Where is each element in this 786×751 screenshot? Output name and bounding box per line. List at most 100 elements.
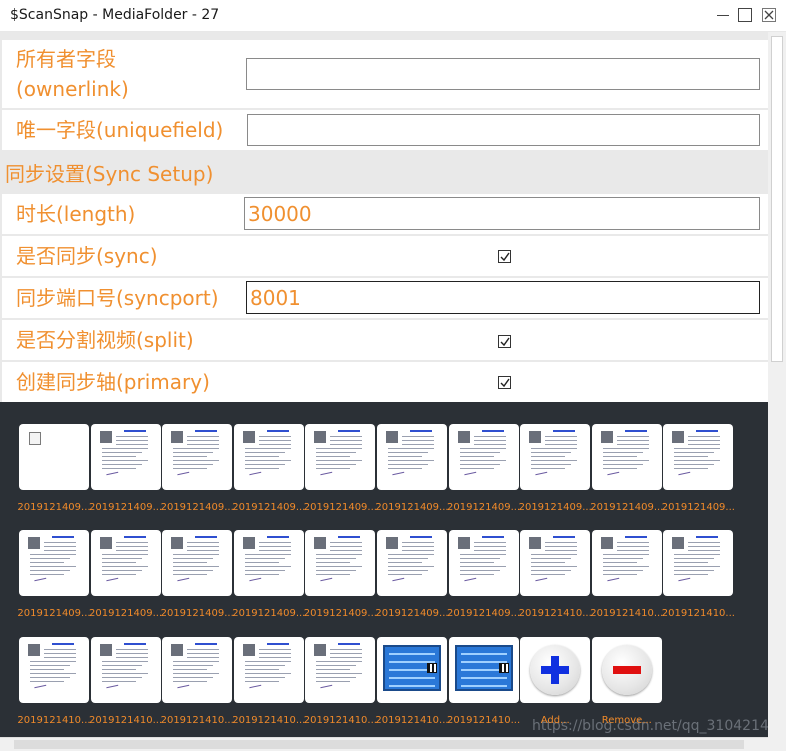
document-thumbnail-image: [598, 534, 655, 592]
media-thumbnail[interactable]: [305, 637, 376, 703]
split-label: 是否分割视频(split): [16, 328, 194, 352]
syncport-field[interactable]: [246, 281, 760, 314]
media-thumbnail[interactable]: [162, 637, 233, 703]
document-thumbnail-image: [598, 428, 655, 486]
media-thumbnail[interactable]: [162, 530, 233, 596]
minus-icon: [601, 645, 652, 695]
length-row: 时长(length): [2, 194, 768, 234]
horizontal-scrollbar[interactable]: [0, 737, 768, 751]
horizontal-scroll-thumb[interactable]: [14, 740, 744, 749]
media-thumbnail[interactable]: [591, 530, 662, 596]
media-thumbnail[interactable]: [663, 424, 734, 490]
media-caption: 2019121409...: [17, 608, 91, 619]
document-thumbnail-image: [384, 428, 440, 486]
sync-checkbox[interactable]: [498, 250, 511, 263]
document-thumbnail-image: [169, 428, 226, 486]
remove-button[interactable]: [591, 637, 662, 703]
length-field[interactable]: [244, 197, 760, 230]
media-caption: 2019121409...: [518, 502, 592, 513]
sync-setup-section: 同步设置(Sync Setup): [2, 152, 768, 192]
media-thumbnail[interactable]: [377, 424, 447, 490]
minimize-icon[interactable]: [716, 8, 730, 22]
media-thumbnail[interactable]: [19, 637, 89, 703]
media-caption: 2019121410...: [232, 715, 306, 726]
document-thumbnail-image: [240, 428, 297, 486]
document-thumbnail-image: [97, 428, 154, 486]
media-thumbnail[interactable]: [448, 424, 519, 490]
media-caption: 2019121410...: [518, 608, 592, 619]
media-caption: 2019121410...: [160, 715, 234, 726]
qr-code-image: [427, 663, 437, 673]
media-thumbnail[interactable]: [233, 637, 304, 703]
split-checkbox[interactable]: [498, 335, 511, 348]
title-bar: $ScanSnap - MediaFolder - 27: [0, 0, 786, 32]
broken-image-icon: [29, 432, 41, 445]
primary-row: 创建同步轴(primary): [2, 362, 768, 402]
media-caption: 2019121409...: [375, 608, 449, 619]
media-thumbnail[interactable]: [19, 424, 89, 490]
document-thumbnail-image: [97, 641, 154, 699]
media-thumbnail[interactable]: [305, 424, 376, 490]
length-label: 时长(length): [16, 202, 136, 226]
unique-row: 唯一字段(uniquefield): [2, 110, 768, 150]
media-caption: 2019121410...: [303, 715, 377, 726]
media-thumbnail[interactable]: [377, 530, 447, 596]
media-caption: 2019121410...: [447, 715, 521, 726]
media-thumbnail[interactable]: [162, 424, 233, 490]
sync-label: 是否同步(sync): [16, 244, 158, 268]
media-thumbnail[interactable]: [90, 530, 161, 596]
document-thumbnail-image: [26, 534, 82, 592]
primary-checkbox[interactable]: [498, 376, 511, 389]
split-row: 是否分割视频(split): [2, 320, 768, 360]
media-caption: 2019121409...: [303, 608, 377, 619]
primary-label: 创建同步轴(primary): [16, 370, 210, 394]
document-thumbnail-image: [384, 534, 440, 592]
add-button[interactable]: [520, 637, 591, 703]
document-thumbnail-image: [97, 534, 154, 592]
media-thumbnail[interactable]: [448, 530, 519, 596]
vertical-scroll-thumb[interactable]: [771, 36, 783, 362]
media-thumbnail[interactable]: [663, 530, 734, 596]
maximize-icon[interactable]: [738, 8, 752, 22]
media-thumbnail[interactable]: [520, 424, 591, 490]
media-caption: 2019121409...: [160, 608, 234, 619]
media-thumbnail[interactable]: [591, 424, 662, 490]
media-thumbnail[interactable]: [377, 637, 447, 703]
close-icon[interactable]: [762, 8, 776, 22]
syncport-row: 同步端口号(syncport): [2, 278, 768, 318]
media-caption: 2019121409...: [447, 608, 521, 619]
qr-code-image: [498, 663, 509, 673]
media-caption: 2019121410...: [375, 715, 449, 726]
media-thumbnail[interactable]: [233, 424, 304, 490]
media-caption: 2019121410...: [661, 608, 735, 619]
media-thumbnail[interactable]: [305, 530, 376, 596]
unique-field[interactable]: [247, 114, 760, 146]
media-thumbnail[interactable]: [448, 637, 519, 703]
media-caption: 2019121409...: [160, 502, 234, 513]
owner-row: 所有者字段 (ownerlink): [2, 40, 768, 108]
media-caption: 2019121409...: [89, 608, 163, 619]
media-caption: 2019121409...: [89, 502, 163, 513]
media-thumbnail[interactable]: [90, 637, 161, 703]
document-thumbnail-image: [312, 534, 369, 592]
media-thumbnail[interactable]: [19, 530, 89, 596]
scroll-corner: [768, 737, 786, 751]
document-thumbnail-image: [670, 534, 727, 592]
media-thumbnail[interactable]: [90, 424, 161, 490]
sync-row: 是否同步(sync): [2, 236, 768, 276]
vertical-scrollbar[interactable]: [768, 32, 786, 737]
document-thumbnail-image: [527, 428, 584, 486]
media-caption: 2019121409...: [232, 502, 306, 513]
sync-setup-heading: 同步设置(Sync Setup): [5, 162, 214, 186]
owner-field[interactable]: [246, 58, 760, 90]
syncport-label: 同步端口号(syncport): [16, 286, 219, 310]
properties-form: 所有者字段 (ownerlink) 唯一字段(uniquefield) 同步设置…: [0, 32, 768, 402]
media-caption: 2019121409...: [232, 608, 306, 619]
media-gallery: https://blog.csdn.net/qq_31042143 201912…: [0, 402, 768, 737]
document-thumbnail-image: [455, 428, 512, 486]
media-thumbnail[interactable]: [520, 530, 591, 596]
media-caption: 2019121409...: [590, 502, 664, 513]
media-caption: 2019121409...: [375, 502, 449, 513]
media-thumbnail[interactable]: [233, 530, 304, 596]
document-thumbnail-image: [670, 428, 727, 486]
